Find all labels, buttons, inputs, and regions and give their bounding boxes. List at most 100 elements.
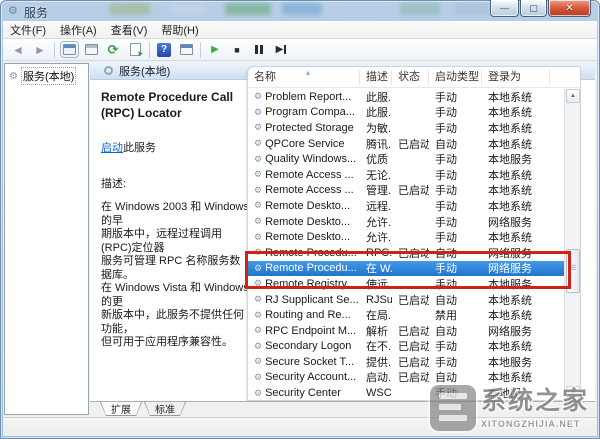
forward-icon[interactable]: ► [30,41,50,59]
table-row[interactable]: ⚙Remote Procedu...RPC...已启动自动网络服务 [248,245,564,261]
service-gear-icon: ⚙ [254,341,262,352]
table-row[interactable]: ⚙Program Compa...此服...手动本地系统 [248,105,564,121]
services-main-panel: 服务(本地) Remote Procedure Call (RPC) Locat… [90,62,595,416]
menu-item[interactable]: 帮助(H) [154,21,205,38]
table-row[interactable]: ⚙Protected Storage为敏...手动本地系统 [248,120,564,136]
column-header-0[interactable]: 名称 [248,70,360,85]
start-service-icon[interactable]: ▶ [205,41,225,59]
start-service-line: 启动此服务 [101,139,251,155]
menu-item[interactable]: 操作(A) [53,21,104,38]
table-row[interactable]: ⚙RPC Endpoint M...解析 ...已启动自动网络服务 [248,323,564,339]
table-row[interactable]: ⚙Quality Windows...优质 ...手动本地服务 [248,151,564,167]
table-row[interactable]: ⚙QPCore Service腾讯...已启动自动本地系统 [248,136,564,152]
stop-service-icon[interactable]: ■ [227,41,247,59]
toolbar: ◄►⟳?▶■▶ [3,39,597,61]
app-gear-icon: ⚙ [8,4,18,17]
back-icon[interactable]: ◄ [8,41,28,59]
vertical-scrollbar[interactable]: ▲ ▼ [564,89,580,400]
console-tree-panel: ⚙ 服务(本地) [4,63,89,415]
description-line: 但可用于应用程序兼容性。 [101,336,251,350]
service-gear-icon: ⚙ [254,107,262,118]
service-gear-icon: ⚙ [254,169,262,180]
start-service-link[interactable]: 启动 [101,142,123,154]
services-table-card: ▴ 名称描述状态启动类型登录为 ⚙Problem Report...此服...手… [247,66,581,401]
glass-blur-decoration [400,3,440,15]
service-gear-icon: ⚙ [254,278,262,289]
close-button[interactable]: ✕ [548,0,591,17]
scroll-down-icon[interactable]: ▼ [566,386,580,400]
toolbar-separator [54,42,55,58]
table-row[interactable]: ⚙Remote Access ...无论...手动本地系统 [248,167,564,183]
help-icon[interactable]: ? [154,41,174,59]
service-gear-icon: ⚙ [254,372,262,383]
status-bar [3,417,597,436]
column-header-3[interactable]: 启动类型 [429,70,482,85]
show-console-tree-icon[interactable] [59,41,79,59]
column-header-2[interactable]: 状态 [392,70,429,85]
table-row[interactable]: ⚙Remote Deskto...允许...手动网络服务 [248,214,564,230]
glass-blur-decoration [282,3,322,15]
description-line: 在 Windows Vista 和 Windows 的更 [101,282,251,309]
services-ring-icon [104,66,113,75]
table-row[interactable]: ⚙Remote Access ...管理...已启动手动本地系统 [248,183,564,199]
restart-service-icon[interactable]: ▶ [271,41,291,59]
table-row[interactable]: ⚙Security Account...启动...已启动自动本地系统 [248,370,564,386]
toolbar-separator [149,42,150,58]
toolbar-separator [200,42,201,58]
glass-blur-decoration [455,3,489,15]
view-tabs: 扩展标准 [90,401,595,417]
table-row[interactable]: ⚙Secondary Logon在不...已启动手动本地系统 [248,339,564,355]
tree-item-services-local[interactable]: ⚙ 服务(本地) [5,64,88,87]
service-gear-icon: ⚙ [254,356,262,367]
menu-item[interactable]: 文件(F) [3,21,53,38]
tree-item-label: 服务(本地) [21,67,76,85]
description-line: 服务可管理 RPC 名称服务数据库。 [101,255,251,282]
service-gear-icon: ⚙ [254,91,262,102]
service-gear-icon: ⚙ [254,154,262,165]
refresh-icon[interactable]: ⟳ [103,41,123,59]
tab-extended[interactable]: 扩展 [100,402,142,416]
start-service-suffix: 此服务 [123,142,156,154]
column-header-4[interactable]: 登录为 [482,70,550,85]
table-row-selected[interactable]: ⚙Remote Procedu...在 W...手动网络服务 [248,261,564,277]
pause-service-icon[interactable] [249,41,269,59]
sort-ascending-icon: ▴ [306,68,310,77]
service-gear-icon: ⚙ [254,294,262,305]
minimize-button[interactable]: — [490,0,519,17]
service-gear-icon: ⚙ [254,185,262,196]
maximize-button[interactable]: ▢ [520,0,547,17]
extended-view-icon[interactable] [176,41,196,59]
service-gear-icon: ⚙ [254,122,262,133]
menu-item[interactable]: 查看(V) [104,21,155,38]
table-row[interactable]: ⚙RJ Supplicant Se...RJSu...已启动自动本地系统 [248,292,564,308]
window-title: 服务 [24,4,48,21]
service-gear-icon: ⚙ [254,325,262,336]
table-row[interactable]: ⚙Security CenterWSC...手动本地服... [248,385,564,400]
table-row[interactable]: ⚙Routing and Re...在局...禁用本地系统 [248,307,564,323]
scroll-up-icon[interactable]: ▲ [566,89,580,103]
glass-blur-decoration [225,3,271,15]
glass-blur-decoration [170,3,204,15]
description-line: 期版本中，远程过程调用(RPC)定位器 [101,228,251,255]
service-gear-icon: ⚙ [254,388,262,399]
table-row[interactable]: ⚙Problem Report...此服...手动本地系统 [248,89,564,105]
glass-blur-decoration [345,3,383,15]
menu-bar: 文件(F)操作(A)查看(V)帮助(H) [3,21,597,39]
service-gear-icon: ⚙ [254,216,262,227]
selected-service-title: Remote Procedure Call (RPC) Locator [101,89,251,121]
description-label: 描述: [101,175,251,191]
scrollbar-thumb[interactable] [566,249,580,293]
titlebar[interactable]: ⚙ 服务 — ▢ ✕ [0,0,600,21]
table-row[interactable]: ⚙Secure Socket T...提供...已启动手动本地服务 [248,354,564,370]
table-row[interactable]: ⚙Remote Registry使远...手动本地服务 [248,276,564,292]
export-list-icon[interactable] [125,41,145,59]
description-line: 新版本中，此服务不提供任何功能， [101,309,251,336]
column-header-1[interactable]: 描述 [360,70,392,85]
table-header-row: ▴ 名称描述状态启动类型登录为 [248,67,580,88]
properties-icon[interactable] [81,41,101,59]
service-gear-icon: ⚙ [254,263,262,274]
tab-standard[interactable]: 标准 [144,402,186,416]
table-row[interactable]: ⚙Remote Deskto...允许...手动本地系统 [248,229,564,245]
table-row[interactable]: ⚙Remote Deskto...远程...手动本地系统 [248,198,564,214]
service-table-body: ⚙Problem Report...此服...手动本地系统⚙Program Co… [248,89,564,400]
